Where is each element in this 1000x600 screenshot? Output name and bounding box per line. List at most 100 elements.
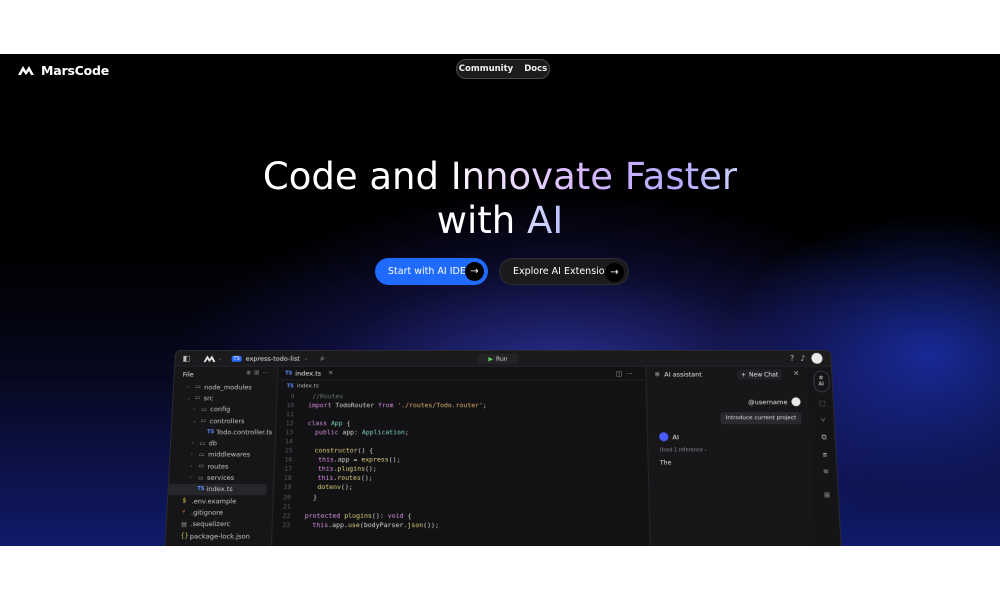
avatar[interactable] [811,352,823,364]
file-name: services [206,473,235,482]
file-tree-item[interactable]: {} package-lock.json [166,530,272,542]
sidebar-toggle-icon[interactable]: ◧ [182,354,190,363]
run-button[interactable]: ▶ Run [477,353,519,364]
line-number: 15 [284,446,293,455]
ide-preview-wrapper: ◧ ⌄ TS express-todo-list ⌄ ⌕ ▶ Run ? ♪ F… [0,350,1000,546]
file-tree-item[interactable]: › ▭ routes [170,461,274,472]
code-line[interactable]: 22 protected plugins (): void { [274,511,648,520]
line-number: 19 [283,483,292,492]
tab-index-ts[interactable]: TS index.ts ✕ [285,369,333,377]
code-line[interactable]: 11 [278,409,646,418]
close-icon[interactable]: ✕ [328,370,333,377]
file-tree-item[interactable]: › ▭ db [171,438,275,449]
database-icon[interactable]: ≋ [823,467,830,478]
code-token: this [302,455,334,464]
hero-title-plain-2: with [436,199,528,242]
chevron-down-icon: ⌄ [303,355,309,362]
ai-reply: The [659,459,672,467]
nav-docs-link[interactable]: Docs [524,64,547,74]
code-token: (); [340,483,353,492]
code-lines[interactable]: 9 //Routes 10 import TodoRouter from './r… [274,391,649,529]
search-icon[interactable]: ⌕ [320,353,325,363]
file-tree: › ▭ node_modules ⌄ ▭ src › ▭ config ⌄ ▭ controllers… [166,381,277,541]
grid-icon[interactable]: ⊞ [824,490,831,501]
file-name: package-lock.json [189,531,251,541]
ai-assistant-title: AI assistant [664,370,702,379]
branch-icon[interactable]: ⑂ [821,415,826,426]
file-tree-item[interactable]: ⌄ ▭ src [173,393,276,404]
new-chat-label: New Chat [748,371,779,379]
bell-icon[interactable]: ♪ [800,354,806,363]
start-with-ai-ide-label: Start with AI IDE [388,266,466,277]
preview-icon[interactable]: ⬚ [819,398,826,409]
project-badge: TS [231,355,242,362]
code-line[interactable]: 17 this. plugins (); [276,464,647,473]
start-with-ai-ide-button[interactable]: Start with AI IDE → [375,258,488,285]
line-number: 20 [283,492,292,501]
file-tree-item[interactable]: ▤ .sequelizerc [166,518,271,530]
code-line[interactable]: 16 this .app = express (); [276,455,647,464]
json-icon: {} [180,532,189,540]
nav-community-link[interactable]: Community [459,64,513,74]
close-icon[interactable]: ✕ [793,370,799,378]
code-line[interactable]: 19 dotenv (); [275,483,647,492]
ide-titlebar: ◧ ⌄ TS express-todo-list ⌄ ⌕ ▶ Run ? ♪ [175,350,831,367]
env-icon: $ [182,497,187,505]
ai-rail-label: AI [818,381,825,388]
sparkle-icon: ✲ [654,370,661,379]
project-name: express-todo-list [245,354,301,363]
breadcrumb: TS index.ts [279,380,645,391]
folder-icon: ▭ [198,462,205,470]
ai-avatar-icon [659,432,669,442]
file-name: index.ts [206,485,234,494]
code-token: (): [371,511,388,520]
marscode-logo-icon [18,66,34,75]
new-chat-button[interactable]: + New Chat [736,369,783,380]
hero-title-line-1: Code and Innovate Faster [0,156,1000,198]
typescript-icon: TS [285,370,293,377]
code-token: .app = [333,455,362,464]
file-tree-item[interactable]: TS index.ts [168,483,268,496]
folder-icon: ▭ [194,394,201,402]
code-line[interactable]: 10 import TodoRouter from './routes/Todo… [278,400,646,409]
ai-reference[interactable]: Used 1 reference › [659,447,706,453]
ai-rail-button[interactable]: ✲ AI [812,370,830,393]
code-line[interactable]: 12 class App { [277,419,646,428]
file-tree-item[interactable]: › ▭ node_modules [174,381,277,392]
code-token: { [407,511,412,520]
explore-ai-extension-button[interactable]: Explore AI Extension → [499,258,629,285]
code-line[interactable]: 9 //Routes [278,391,645,400]
code-line[interactable]: 13 public app: Application; [277,428,646,437]
code-line[interactable]: 23 this .app. use (bodyParser. json ()); [274,520,649,529]
project-selector[interactable]: TS express-todo-list ⌄ [231,354,308,362]
extensions-icon[interactable]: ⧉ [821,432,827,443]
line-number: 23 [282,520,291,530]
chevron-down-icon[interactable]: ⌄ [218,355,222,361]
code-line[interactable]: 20 } [275,492,648,501]
ide-preview: ◧ ⌄ TS express-todo-list ⌄ ⌕ ▶ Run ? ♪ F… [160,350,846,546]
file-actions[interactable]: ⊕⊞⋯ [246,370,271,377]
file-tree-item[interactable]: ⌄ ▭ controllers [172,415,276,426]
help-icon[interactable]: ? [790,354,795,363]
chevron-right-icon: › [704,447,707,454]
layers-icon[interactable]: ⧈ [822,449,827,460]
file-tree-item[interactable]: TS Todo.controller.ts [171,426,275,437]
breadcrumb-file[interactable]: index.ts [297,383,319,389]
code-token: json [407,520,424,530]
file-tree-item[interactable]: $ .env.example [168,495,273,507]
user-message: Introduce current project [720,412,802,425]
editor-actions[interactable]: ◫⋯ [616,370,637,378]
code-line[interactable]: 15 constructor() { [276,446,646,455]
marscode-logo[interactable]: MarsCode [17,62,109,78]
code-line[interactable]: 21 [274,501,648,510]
user-message-header: @username [748,397,801,407]
file-tree-item[interactable]: › ▭ services [169,472,274,484]
code-line[interactable]: 18 this. routes (); [275,474,647,483]
code-token: .app. [328,520,349,530]
file-tree-item[interactable]: › ▭ middlewares [170,449,274,460]
file-tree-item[interactable]: › ▭ config [173,404,276,415]
folder-icon: ▭ [194,383,202,391]
file-tree-item[interactable]: ⑂ .gitignore [167,507,272,519]
folder-icon: ▭ [199,439,206,448]
code-line[interactable]: 14 [277,437,647,446]
